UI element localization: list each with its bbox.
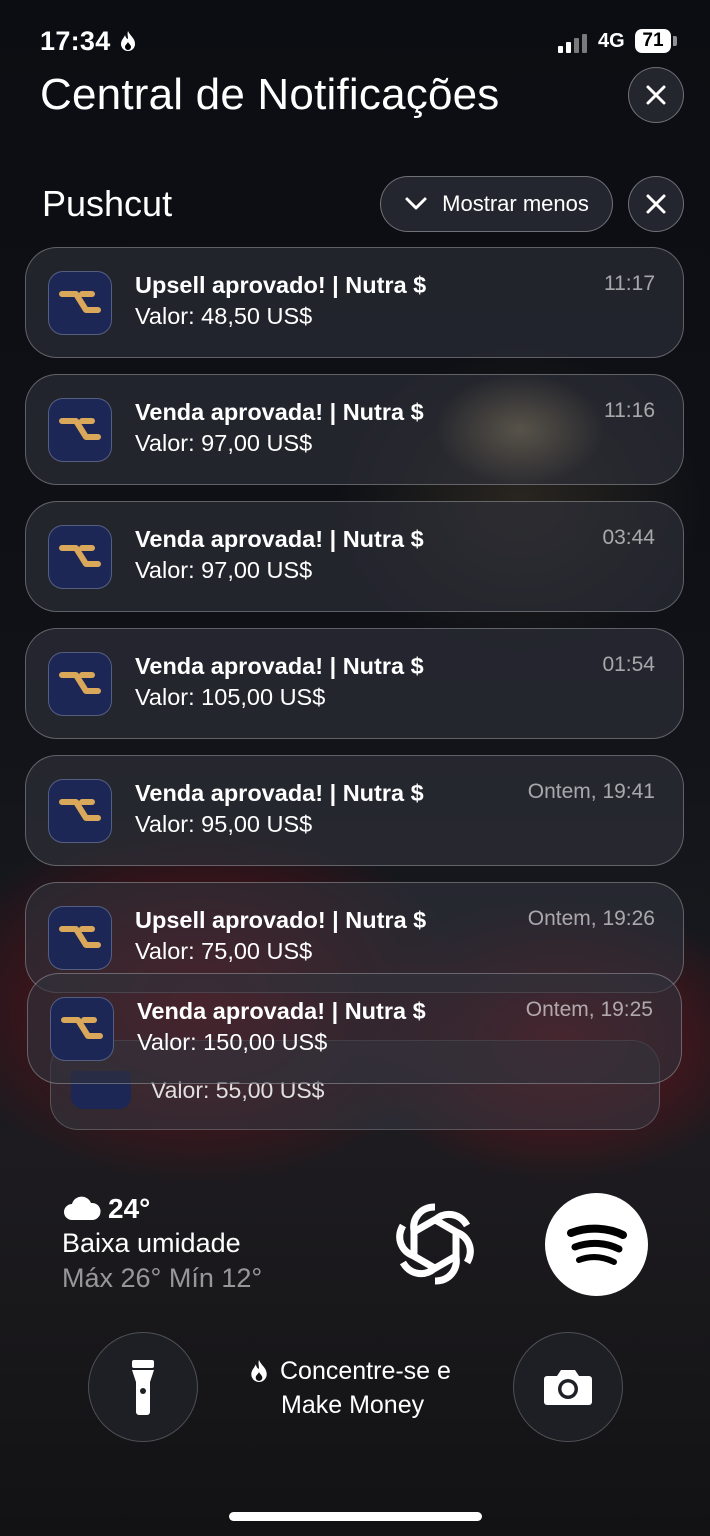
focus-mode-label[interactable]: Concentre-se e xyxy=(280,1357,451,1386)
weather-temperature: 24° xyxy=(108,1193,151,1224)
notification-body: Valor: 105,00 US$ xyxy=(135,684,326,710)
flashlight-icon xyxy=(132,1360,154,1415)
network-type: 4G xyxy=(598,30,625,52)
notification-time: 03:44 xyxy=(602,526,655,549)
clear-all-button[interactable] xyxy=(628,67,684,123)
group-clear-button[interactable] xyxy=(628,176,684,232)
camera-icon xyxy=(544,1370,592,1405)
notification-time: Ontem, 19:41 xyxy=(527,780,655,803)
notification-title: Upsell aprovado! | Nutra $ xyxy=(135,272,427,298)
pushcut-app-icon xyxy=(50,997,114,1061)
camera-button[interactable] xyxy=(513,1332,623,1442)
pushcut-app-icon xyxy=(48,906,112,970)
flame-icon xyxy=(118,30,138,57)
chevron-down-icon xyxy=(405,197,427,210)
battery-cap xyxy=(673,36,677,46)
notification-title: Upsell aprovado! | Nutra $ xyxy=(135,907,427,933)
battery-indicator: 71 xyxy=(635,29,671,53)
notification-title: Venda aprovada! | Nutra $ xyxy=(135,399,424,425)
notification-time: Ontem, 19:26 xyxy=(527,907,655,930)
pushcut-app-icon xyxy=(48,525,112,589)
pushcut-app-icon xyxy=(48,779,112,843)
notification-body: Valor: 150,00 US$ xyxy=(137,1029,328,1055)
chatgpt-icon[interactable] xyxy=(384,1193,486,1295)
notification-title: Venda aprovada! | Nutra $ xyxy=(137,998,426,1024)
notification-card[interactable]: Venda aprovada! | Nutra $ Valor: 150,00 … xyxy=(27,973,682,1084)
notification-title: Venda aprovada! | Nutra $ xyxy=(135,653,424,679)
weather-condition: Baixa umidade xyxy=(62,1228,241,1258)
notification-time: 11:16 xyxy=(604,399,655,422)
notification-body: Valor: 95,00 US$ xyxy=(135,811,313,837)
notification-body: Valor: 97,00 US$ xyxy=(135,430,313,456)
notification-center-title: Central de Notificações xyxy=(40,70,500,119)
show-less-button[interactable]: Mostrar menos xyxy=(380,176,613,232)
show-less-label: Mostrar menos xyxy=(442,191,589,216)
pushcut-app-icon xyxy=(48,398,112,462)
focus-mode-label-line2[interactable]: Make Money xyxy=(281,1391,424,1420)
signal-strength-icon xyxy=(558,34,587,53)
notification-title: Venda aprovada! | Nutra $ xyxy=(135,780,424,806)
home-indicator[interactable] xyxy=(229,1512,482,1521)
weather-range: Máx 26° Mín 12° xyxy=(62,1263,263,1293)
cloud-icon xyxy=(62,1196,102,1227)
notification-time: Ontem, 19:25 xyxy=(525,998,653,1021)
group-app-name: Pushcut xyxy=(42,183,173,224)
close-icon xyxy=(646,85,666,105)
status-time: 17:34 xyxy=(40,26,111,56)
pushcut-app-icon xyxy=(48,652,112,716)
spotify-icon[interactable] xyxy=(545,1193,648,1296)
close-icon xyxy=(646,194,666,214)
pushcut-app-icon xyxy=(48,271,112,335)
notification-card[interactable]: Venda aprovada! | Nutra $ Valor: 97,00 U… xyxy=(25,501,684,612)
notification-body: Valor: 48,50 US$ xyxy=(135,303,313,329)
notification-time: 11:17 xyxy=(604,272,655,295)
notification-card[interactable]: Venda aprovada! | Nutra $ Valor: 95,00 U… xyxy=(25,755,684,866)
notification-body: Valor: 97,00 US$ xyxy=(135,557,313,583)
notification-time: 01:54 xyxy=(602,653,655,676)
flashlight-button[interactable] xyxy=(88,1332,198,1442)
notification-card[interactable]: Venda aprovada! | Nutra $ Valor: 105,00 … xyxy=(25,628,684,739)
notification-card[interactable]: Venda aprovada! | Nutra $ Valor: 97,00 U… xyxy=(25,374,684,485)
notification-card[interactable]: Upsell aprovado! | Nutra $ Valor: 48,50 … xyxy=(25,247,684,358)
notification-body: Valor: 75,00 US$ xyxy=(135,938,313,964)
notification-title: Venda aprovada! | Nutra $ xyxy=(135,526,424,552)
flame-icon xyxy=(248,1358,270,1389)
